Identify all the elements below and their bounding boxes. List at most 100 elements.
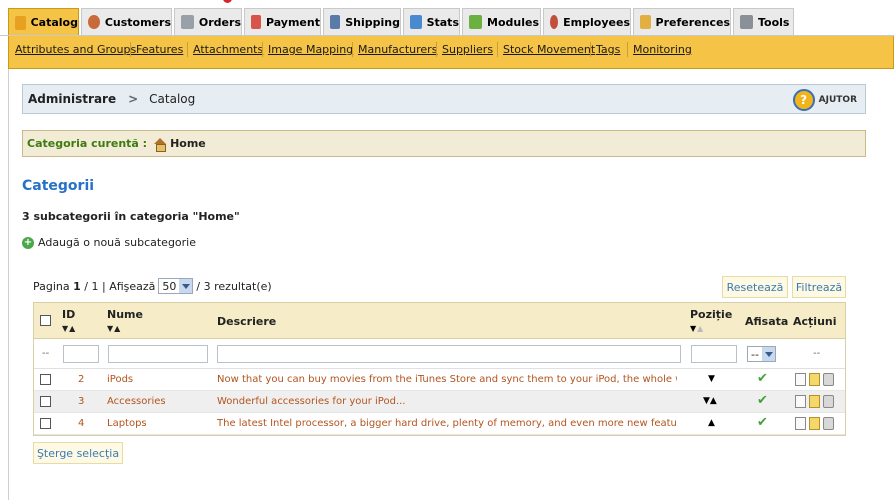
subnav-stock-movement[interactable]: Stock Movement (503, 43, 595, 56)
table-header: ID ▼▲ Nume ▼▲ Descriere Poziție ▼▲ Afisa… (34, 303, 845, 339)
column-position: Poziție ▼▲ (690, 308, 732, 334)
row-actions (795, 395, 837, 411)
edit-icon[interactable] (809, 417, 820, 430)
subnav-image-mapping[interactable]: Image Mapping (268, 43, 353, 56)
sort-arrows-icon[interactable]: ▼▲ (107, 324, 121, 333)
edit-icon[interactable] (809, 373, 820, 386)
column-displayed: Afisata (745, 315, 789, 328)
table-row[interactable]: 4 Laptops The latest Intel processor, a … (34, 413, 845, 435)
subnav-separator (187, 42, 188, 57)
subnav-monitoring[interactable]: Monitoring (633, 43, 692, 56)
tab-label: Catalog (30, 16, 78, 29)
table-row[interactable]: 2 iPods Now that you can buy movies from… (34, 369, 845, 391)
select-all-checkbox[interactable] (40, 315, 51, 329)
per-page-value: 50 (162, 279, 177, 293)
row-checkbox[interactable] (40, 374, 51, 388)
tab-shipping[interactable]: Shipping (323, 8, 401, 35)
customers-icon (88, 15, 100, 29)
row-id: 2 (78, 374, 85, 385)
filter-displayed-select[interactable]: -- (747, 346, 776, 362)
subnav-features[interactable]: Features (136, 43, 183, 56)
subnav-attachments[interactable]: Attachments (193, 43, 263, 56)
chevron-down-icon (761, 347, 775, 361)
row-checkbox[interactable] (40, 396, 51, 410)
view-icon[interactable] (795, 395, 806, 408)
filter-actions-dash: -- (813, 348, 821, 359)
position-up-arrow-icon[interactable]: ▲ (708, 418, 715, 428)
trash-icon[interactable] (823, 395, 834, 408)
catalog-subnav: Attributes and Groups Features Attachmen… (8, 36, 894, 69)
subnav-separator (352, 42, 353, 57)
subnav-attributes-and-groups[interactable]: Attributes and Groups (15, 43, 136, 56)
column-name-label: Nume (107, 308, 143, 321)
tab-label: Stats (426, 15, 459, 29)
tab-employees[interactable]: Employees (543, 8, 631, 35)
filter-position-input[interactable] (691, 345, 737, 363)
filter-button[interactable]: Filtrează (792, 276, 846, 298)
stats-icon (410, 15, 422, 29)
subcategory-count: 3 subcategorii în categoria "Home" (22, 210, 240, 223)
subnav-separator (262, 42, 263, 57)
row-actions (795, 417, 837, 433)
reset-button[interactable]: Resetează (722, 276, 788, 298)
row-name: Accessories (107, 396, 166, 407)
tab-label: Employees (563, 15, 630, 29)
column-name: Nume ▼▲ (107, 308, 143, 334)
position-arrows-icon[interactable]: ▼▲ (703, 396, 717, 406)
subnav-manufacturers[interactable]: Manufacturers (358, 43, 437, 56)
tab-tools[interactable]: Tools (733, 8, 794, 35)
trash-icon[interactable] (823, 417, 834, 430)
tab-modules[interactable]: Modules (462, 8, 541, 35)
position-down-arrow-icon[interactable]: ▼ (708, 374, 715, 384)
help-label: AJUTOR (818, 95, 857, 105)
column-id-label: ID (62, 308, 76, 321)
column-actions: Acțiuni (793, 315, 837, 328)
filter-name-input[interactable] (108, 345, 208, 363)
view-icon[interactable] (795, 417, 806, 430)
tab-payment[interactable]: Payment (244, 8, 321, 35)
breadcrumb-current: Catalog (149, 92, 196, 106)
filter-id-input[interactable] (63, 345, 99, 363)
pagination: Pagina 1 / 1 | Afişează 50 / 3 rezultat(… (33, 278, 272, 294)
breadcrumb-root[interactable]: Administrare (28, 92, 116, 106)
row-id: 3 (78, 396, 85, 407)
edit-icon[interactable] (809, 395, 820, 408)
payment-icon (251, 15, 261, 29)
tab-label: Modules (487, 15, 539, 29)
tab-orders[interactable]: Orders (174, 8, 242, 35)
delete-selection-button[interactable]: Şterge selecţia (33, 442, 123, 464)
column-id: ID ▼▲ (62, 308, 76, 334)
help-icon: ? (792, 89, 815, 111)
trash-icon[interactable] (823, 373, 834, 386)
row-actions (795, 373, 837, 389)
column-description: Descriere (217, 315, 277, 328)
current-category-home-link[interactable]: Home (170, 137, 206, 150)
help-button[interactable]: ? AJUTOR (792, 89, 857, 111)
sort-arrows-icon[interactable]: ▼▲ (690, 324, 704, 333)
tab-preferences[interactable]: Preferences (633, 8, 731, 35)
per-page-select[interactable]: 50 (158, 278, 194, 294)
sort-arrows-icon[interactable]: ▼▲ (62, 324, 76, 333)
tab-stats[interactable]: Stats (403, 8, 460, 35)
subnav-separator (130, 42, 131, 57)
preferences-icon (640, 15, 651, 29)
filter-description-input[interactable] (217, 345, 681, 363)
row-checkbox[interactable] (40, 418, 51, 432)
displayed-check-icon[interactable]: ✔ (757, 415, 768, 430)
tab-label: Orders (198, 15, 241, 29)
subnav-tags[interactable]: Tags (596, 43, 620, 56)
table-row[interactable]: 3 Accessories Wonderful accessories for … (34, 391, 845, 413)
add-subcategory-link[interactable]: + Adaugă o nouă subcategorie (22, 236, 196, 249)
view-icon[interactable] (795, 373, 806, 386)
subnav-separator (497, 42, 498, 57)
row-name: iPods (107, 374, 134, 385)
displayed-check-icon[interactable]: ✔ (757, 371, 768, 386)
row-description: The latest Intel processor, a bigger har… (217, 418, 677, 429)
breadcrumb: Administrare > Catalog ? AJUTOR (22, 84, 866, 114)
subnav-separator (590, 42, 591, 57)
tab-customers[interactable]: Customers (81, 8, 172, 35)
displayed-check-icon[interactable]: ✔ (757, 393, 768, 408)
add-icon: + (22, 236, 34, 249)
subnav-suppliers[interactable]: Suppliers (442, 43, 493, 56)
tab-catalog[interactable]: Catalog (8, 8, 79, 36)
